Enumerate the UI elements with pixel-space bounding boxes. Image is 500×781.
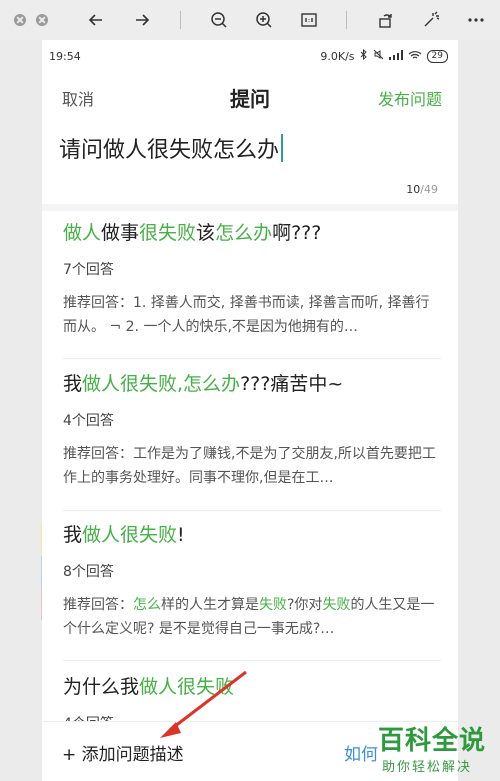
- text-segment: ???痛苦中~: [240, 373, 344, 395]
- highlighted-keyword: 做人很失败: [82, 524, 178, 546]
- text-segment: 为什么我: [63, 676, 140, 698]
- highlighted-keyword: 做人很失败,怎么办: [82, 373, 241, 395]
- text-segment: 我: [63, 373, 83, 395]
- highlighted-keyword: 怎么: [133, 597, 161, 613]
- char-counter: 10/49: [406, 183, 438, 196]
- forward-arrow-icon[interactable]: [128, 6, 156, 34]
- related-question-item[interactable]: 做人做事很失败该怎么办啊??? 7个回答 推荐回答：1. 择善人而交, 择善书而…: [63, 220, 441, 339]
- text-cursor: [281, 134, 284, 162]
- text-segment: !: [177, 524, 185, 546]
- mute-icon: [373, 49, 384, 63]
- phone-screen: 19:54 9.0K/s 29 取消 提问 发布问题 请问做人很失败怎么办 10…: [42, 40, 458, 781]
- watermark-subtitle: 助你轻松解决: [382, 760, 473, 775]
- top-navigation: 取消 提问 发布问题: [42, 74, 458, 120]
- highlighted-keyword: 做人: [63, 222, 102, 244]
- image-viewer-toolbar: [0, 0, 500, 40]
- text-segment: 啊???: [272, 222, 322, 244]
- highlighted-keyword: 失败: [322, 597, 351, 613]
- how-to-link[interactable]: 如何: [344, 740, 378, 765]
- highlighted-keyword: 怎么办: [215, 222, 273, 244]
- text-segment: 推荐回答：1. 择善人而交, 择善书而读, 择善言而听, 择善行而从。 ¬ 2.…: [63, 295, 430, 335]
- bluetooth-icon: [360, 48, 368, 63]
- list-divider: [63, 510, 441, 511]
- rotate-icon[interactable]: [372, 6, 400, 34]
- zoom-in-icon[interactable]: [250, 6, 278, 34]
- text-segment: ?你对: [287, 597, 323, 613]
- zoom-out-icon[interactable]: [205, 6, 233, 34]
- text-segment: 样的人生才算是: [161, 597, 259, 613]
- text-segment: 我: [63, 524, 83, 546]
- close-window-icon[interactable]: [14, 14, 26, 26]
- highlighted-keyword: 做人很失败: [139, 676, 235, 698]
- wifi-icon: [408, 50, 422, 63]
- publish-question-button[interactable]: 发布问题: [378, 86, 442, 110]
- signal-icon: [388, 49, 403, 63]
- related-question-item[interactable]: 我做人很失败! 8个回答 推荐回答：怎么样的人生才算是失败?你对失败的人生又是一…: [63, 522, 441, 641]
- battery-indicator: 29: [426, 49, 448, 63]
- toolbar-divider: [180, 11, 181, 29]
- list-divider: [63, 660, 441, 661]
- list-divider: [63, 358, 441, 359]
- watermark-logo: 百科全说 助你轻松解决: [374, 718, 500, 781]
- recommended-answer: 推荐回答：怎么样的人生才算是失败?你对失败的人生又是一个什么定义呢? 是不是觉得…: [63, 593, 441, 641]
- status-bar: 19:54 9.0K/s 29: [42, 40, 458, 74]
- back-arrow-icon[interactable]: [82, 6, 110, 34]
- related-question-title: 为什么我做人很失败: [63, 674, 441, 700]
- section-separator: [42, 204, 458, 211]
- text-segment: 该: [196, 222, 216, 244]
- recommended-answer: 推荐回答：1. 择善人而交, 择善书而读, 择善言而听, 择善行而从。 ¬ 2.…: [63, 291, 441, 339]
- more-options-icon[interactable]: [462, 6, 490, 34]
- text-segment: 做事: [101, 222, 140, 244]
- related-question-title: 做人做事很失败该怎么办啊???: [63, 220, 441, 246]
- watermark-title: 百科全说: [378, 726, 487, 756]
- answer-count: 4个回答: [63, 413, 114, 429]
- char-max: /49: [420, 183, 438, 196]
- add-description-button[interactable]: + 添加问题描述: [62, 740, 184, 765]
- question-input[interactable]: 请问做人很失败怎么办: [59, 132, 284, 164]
- text-segment: 推荐回答：工作是为了赚钱,不是为了交朋友,所以首先要把工作上的事务处理好。同事不…: [63, 446, 436, 486]
- related-question-title: 我做人很失败,怎么办???痛苦中~: [63, 371, 441, 397]
- related-question-item[interactable]: 我做人很失败,怎么办???痛苦中~ 4个回答 推荐回答：工作是为了赚钱,不是为了…: [63, 371, 441, 490]
- question-text: 请问做人很失败怎么办: [59, 138, 280, 163]
- highlighted-keyword: 失败: [259, 597, 287, 613]
- answer-count: 7个回答: [63, 262, 114, 278]
- network-speed: 9.0K/s: [320, 49, 355, 63]
- actual-size-icon[interactable]: [295, 6, 323, 34]
- related-question-title: 我做人很失败!: [63, 522, 441, 548]
- text-segment: 推荐回答：: [63, 597, 133, 613]
- highlighted-keyword: 很失败: [139, 222, 197, 244]
- magic-wand-icon[interactable]: [417, 6, 445, 34]
- recommended-answer: 推荐回答：工作是为了赚钱,不是为了交朋友,所以首先要把工作上的事务处理好。同事不…: [63, 442, 441, 490]
- toolbar-divider: [346, 11, 347, 29]
- char-count: 10: [406, 183, 421, 196]
- status-time: 19:54: [49, 50, 81, 63]
- close-window-icon-secondary[interactable]: [36, 14, 48, 26]
- answer-count: 8个回答: [63, 564, 114, 580]
